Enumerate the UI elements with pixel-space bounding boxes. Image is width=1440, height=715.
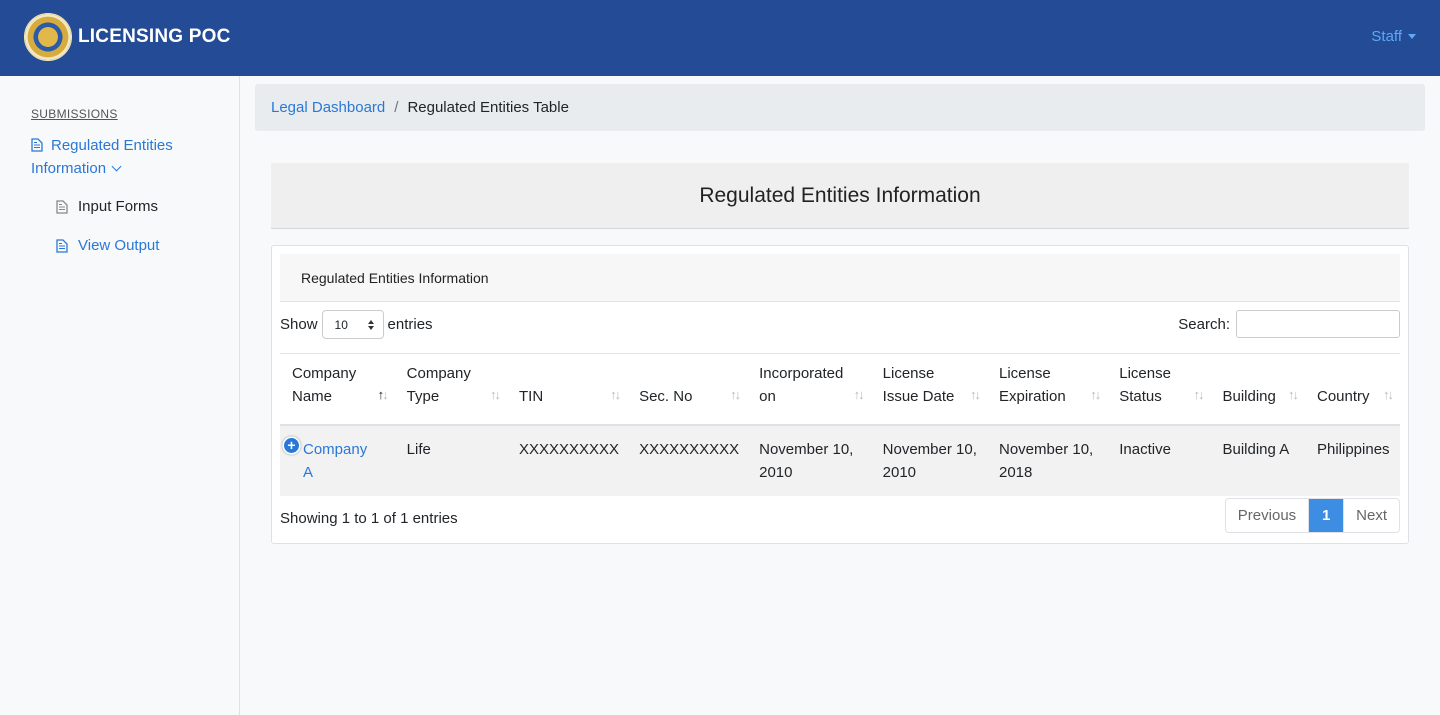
column-header-sec-no[interactable]: Sec. No ↑↓ — [627, 354, 748, 426]
sort-icon: ↑↓ — [970, 387, 981, 402]
cell-company-type: Life — [394, 425, 507, 496]
breadcrumb-legal-dashboard[interactable]: Legal Dashboard — [271, 99, 385, 116]
staff-menu-toggle[interactable]: Staff — [1371, 28, 1416, 45]
breadcrumb-separator: / — [394, 99, 399, 116]
cell-country: Philippines — [1305, 425, 1400, 496]
entities-card: Regulated Entities Information Show 10 e… — [271, 245, 1409, 544]
column-header-tin[interactable]: TIN ↑↓ — [507, 354, 628, 426]
sidebar-item-label: Input Forms — [78, 198, 159, 215]
entities-table: Company Name ↑↓ Company Type ↑↓ TIN ↑↓ Sec. N… — [280, 354, 1400, 496]
sidebar-heading: SUBMISSIONS — [31, 107, 118, 121]
column-header-building[interactable]: Building ↑↓ — [1210, 354, 1305, 426]
sort-icon: ↑↓ — [1193, 387, 1205, 402]
sidebar-item-label: Regulated Entities Information — [31, 137, 173, 177]
sort-icon: ↑↓ — [1383, 387, 1394, 402]
caret-down-icon — [1408, 34, 1416, 39]
column-header-country[interactable]: Country ↑↓ — [1305, 354, 1400, 426]
sort-icon: ↑↓ — [490, 387, 501, 402]
cell-incorporated-on: November 10, 2010 — [747, 425, 871, 496]
pagination-page-button[interactable]: 1 — [1309, 499, 1344, 532]
card-header: Regulated Entities Information — [280, 254, 1400, 302]
cell-company-name: + Company A — [280, 425, 395, 496]
cell-building: Building A — [1210, 425, 1305, 496]
pagination-next-button[interactable]: Next — [1343, 499, 1399, 532]
table-info: Showing 1 to 1 of 1 entries — [280, 510, 458, 527]
pagination: Previous 1 Next — [1224, 498, 1400, 533]
entries-length-control: Show 10 entries — [280, 310, 433, 339]
sort-icon: ↑↓ — [853, 387, 865, 402]
cell-tin: XXXXXXXXXX — [507, 425, 628, 496]
column-header-company-type[interactable]: Company Type ↑↓ — [394, 354, 507, 426]
table-search: Search: — [1178, 310, 1400, 338]
entries-per-page-value: 10 — [334, 317, 348, 332]
breadcrumb: Legal Dashboard / Regulated Entities Tab… — [255, 84, 1425, 131]
column-header-license-status[interactable]: License Status ↑↓ — [1107, 354, 1211, 426]
length-prefix: Show — [280, 316, 318, 333]
select-arrows-icon — [367, 319, 374, 330]
table-row: + Company A Life XXXXXXXXXX XXXXXXXXXX No… — [280, 425, 1400, 496]
sort-icon: ↑↓ — [1288, 387, 1299, 402]
column-header-license-expiration[interactable]: License Expiration ↑↓ — [987, 354, 1108, 426]
staff-menu-label: Staff — [1371, 28, 1402, 45]
cell-license-issue-date: November 10, 2010 — [870, 425, 987, 496]
sidebar-item-view-output[interactable]: View Output — [56, 237, 159, 254]
chevron-down-icon — [111, 161, 122, 172]
cell-license-expiration: November 10, 2018 — [987, 425, 1108, 496]
expand-row-plus-icon[interactable]: + — [284, 438, 299, 453]
sort-ascending-icon: ↑↓ — [377, 387, 389, 402]
entries-per-page-select[interactable]: 10 — [321, 310, 384, 339]
page-title-bar: Regulated Entities Information — [271, 163, 1409, 229]
sort-icon: ↑↓ — [1090, 387, 1101, 402]
document-icon — [56, 199, 68, 214]
sidebar-item-label: View Output — [78, 237, 160, 254]
sidebar-item-input-forms[interactable]: Input Forms — [56, 198, 158, 215]
search-input[interactable] — [1236, 310, 1400, 338]
column-header-license-issue-date[interactable]: License Issue Date ↑↓ — [870, 354, 987, 426]
search-label: Search: — [1178, 315, 1230, 333]
cell-sec-no: XXXXXXXXXX — [627, 425, 748, 496]
document-icon — [31, 138, 43, 152]
document-icon — [56, 238, 68, 253]
commission-seal-logo — [24, 13, 72, 61]
sidebar-item-regulated-entities[interactable]: Regulated Entities Information — [31, 134, 211, 180]
column-header-incorporated-on[interactable]: Incorporated on ↑↓ — [747, 354, 871, 426]
company-name-link[interactable]: Company A — [303, 438, 373, 484]
breadcrumb-current: Regulated Entities Table — [407, 99, 569, 116]
sort-icon: ↑↓ — [610, 387, 621, 402]
cell-license-status: Inactive — [1107, 425, 1211, 496]
sort-icon: ↑↓ — [730, 387, 741, 402]
table-header-row: Company Name ↑↓ Company Type ↑↓ TIN ↑↓ Sec. N… — [280, 354, 1400, 426]
length-suffix: entries — [387, 316, 433, 333]
top-navbar: LICENSING POC Staff — [0, 0, 1440, 76]
page-title: Regulated Entities Information — [699, 183, 981, 207]
sidebar: SUBMISSIONS Regulated Entities Informati… — [0, 76, 240, 715]
brand-title: LICENSING POC — [78, 26, 231, 47]
column-header-company-name[interactable]: Company Name ↑↓ — [280, 354, 395, 426]
brand[interactable]: LICENSING POC — [24, 13, 231, 61]
pagination-previous-button[interactable]: Previous — [1226, 499, 1310, 532]
